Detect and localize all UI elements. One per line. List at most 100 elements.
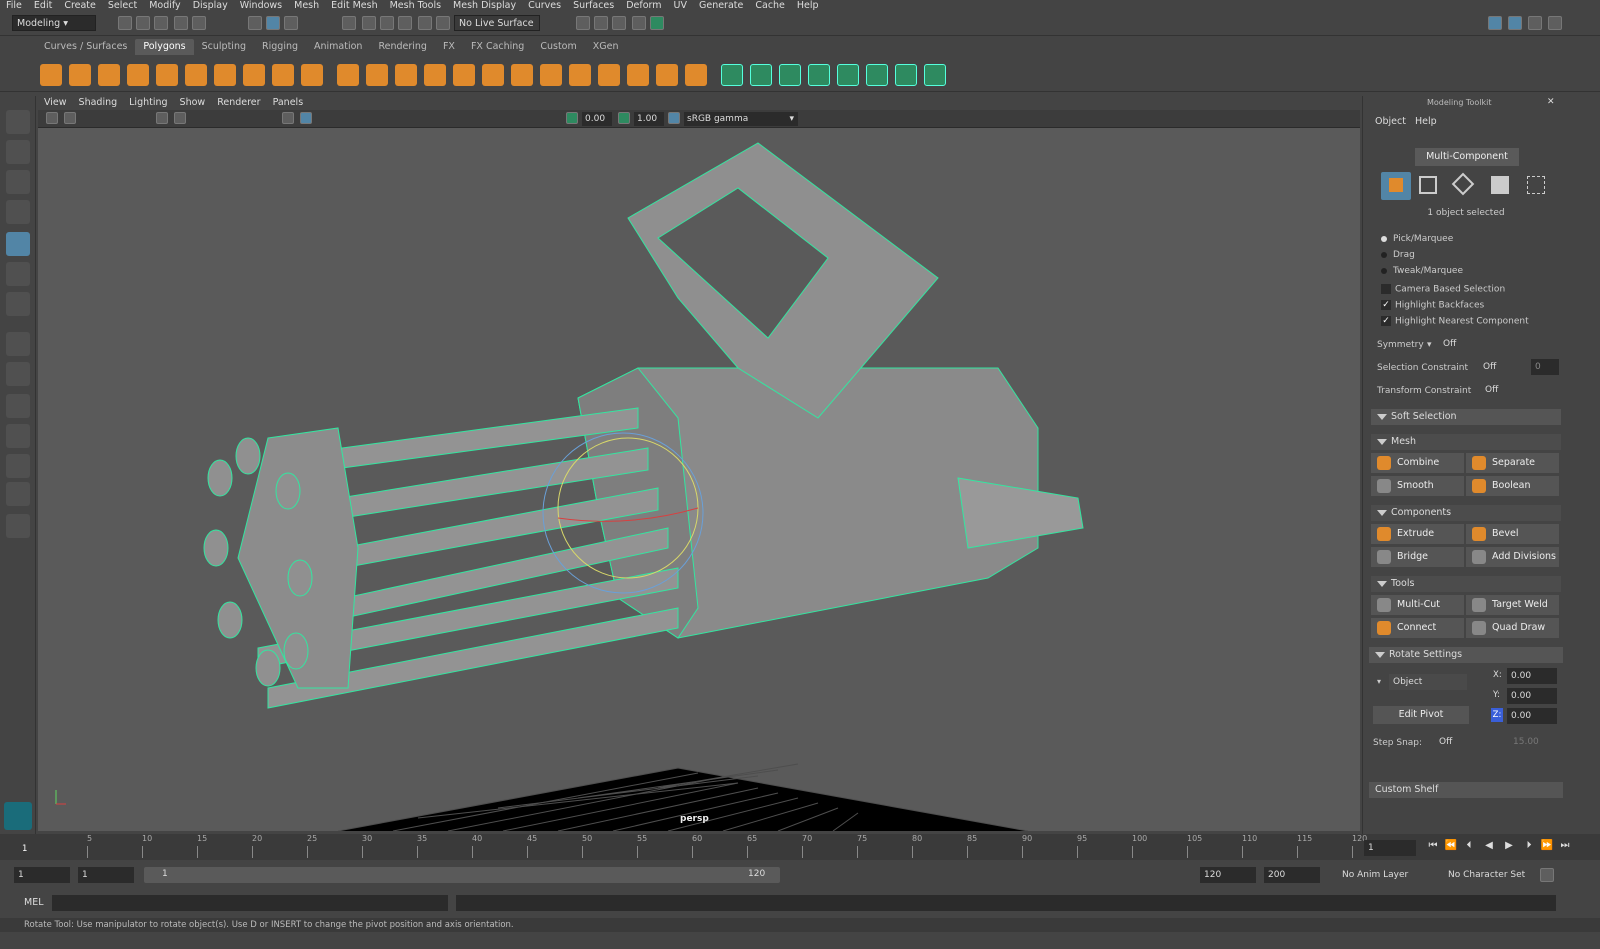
smooth-button[interactable]: Smooth <box>1371 476 1464 496</box>
poly-text-icon[interactable] <box>272 64 294 86</box>
camera-icon[interactable] <box>46 112 58 124</box>
cut-uv-icon[interactable] <box>808 64 830 86</box>
mesh-section-header[interactable]: Mesh <box>1371 434 1561 450</box>
custom-shelf-header[interactable]: Custom Shelf <box>1369 782 1563 798</box>
open-scene-icon[interactable] <box>136 16 150 30</box>
shelf-tab-xgen[interactable]: XGen <box>585 39 627 55</box>
shelf-tab-rendering[interactable]: Rendering <box>370 39 435 55</box>
shelf-tab-animation[interactable]: Animation <box>306 39 370 55</box>
snap-grid-icon[interactable] <box>342 16 356 30</box>
close-icon[interactable]: ✕ <box>1547 97 1555 107</box>
last-tool-icon[interactable] <box>6 292 30 316</box>
single-view-icon[interactable] <box>6 332 30 356</box>
ipr-render-icon[interactable] <box>612 16 626 30</box>
viewport-menu-panels[interactable]: Panels <box>267 96 310 110</box>
separate-icon[interactable] <box>366 64 388 86</box>
select-component-icon[interactable] <box>284 16 298 30</box>
extrude-icon[interactable] <box>453 64 475 86</box>
shelf-tab-custom[interactable]: Custom <box>532 39 584 55</box>
step-back-key-icon[interactable]: ⏪ <box>1444 840 1458 854</box>
add-divisions-button[interactable]: Add Divisions <box>1466 547 1559 567</box>
gamma-icon[interactable] <box>618 112 630 124</box>
multi-cut-icon[interactable] <box>569 64 591 86</box>
step-forward-frame-icon[interactable]: ⏵ <box>1522 840 1536 854</box>
connect-button[interactable]: Connect <box>1371 618 1464 638</box>
anim-start-field[interactable]: 1 <box>14 867 70 883</box>
menu-modify[interactable]: Modify <box>143 0 186 12</box>
paint-select-icon[interactable] <box>6 170 30 194</box>
z-field[interactable]: 0.00 <box>1507 708 1557 724</box>
side-by-side-icon[interactable] <box>6 394 30 418</box>
save-scene-icon[interactable] <box>154 16 168 30</box>
layout-icon-4[interactable] <box>1548 16 1562 30</box>
highlight-nearest-check[interactable]: ✓ Highlight Nearest Component <box>1381 316 1529 327</box>
new-scene-icon[interactable] <box>118 16 132 30</box>
exposure-field[interactable]: 0.00 <box>582 112 612 126</box>
anim-layer-dropdown[interactable]: No Anim Layer <box>1338 867 1434 883</box>
poly-cylinder-icon[interactable] <box>98 64 120 86</box>
multi-component-button[interactable]: Multi-Component <box>1415 148 1519 166</box>
menu-file[interactable]: File <box>0 0 28 12</box>
poly-cube-icon[interactable] <box>69 64 91 86</box>
viewport-menu-lighting[interactable]: Lighting <box>123 96 173 110</box>
viewport-menu-show[interactable]: Show <box>174 96 212 110</box>
exposure-icon[interactable] <box>566 112 578 124</box>
quad-draw-button[interactable]: Quad Draw <box>1466 618 1559 638</box>
range-bar[interactable]: 1 120 <box>144 867 780 883</box>
snap-curve-icon[interactable] <box>362 16 376 30</box>
select-uv-icon[interactable] <box>924 64 946 86</box>
poly-sphere-icon[interactable] <box>40 64 62 86</box>
viewport-menu-renderer[interactable]: Renderer <box>211 96 266 110</box>
viewport-menu-shading[interactable]: Shading <box>73 96 124 110</box>
snap-surface-icon[interactable] <box>418 16 432 30</box>
history-icon[interactable] <box>436 16 450 30</box>
scale-tool-icon[interactable] <box>6 262 30 286</box>
rotate-space-dropdown[interactable]: Object <box>1389 674 1467 690</box>
shelf-tab-curves-surfaces[interactable]: Curves / Surfaces <box>36 39 135 55</box>
layout-icon-3[interactable] <box>1528 16 1542 30</box>
outliner-toggle-icon[interactable] <box>6 514 30 538</box>
connect-icon[interactable] <box>627 64 649 86</box>
append-icon[interactable] <box>540 64 562 86</box>
mirror-icon[interactable] <box>685 64 707 86</box>
poly-svg-icon[interactable] <box>301 64 323 86</box>
combine-icon[interactable] <box>337 64 359 86</box>
auto-key-icon[interactable] <box>1540 868 1554 882</box>
select-object-icon[interactable] <box>266 16 280 30</box>
separate-button[interactable]: Separate <box>1466 453 1559 473</box>
live-surface-field[interactable]: No Live Surface <box>454 15 540 31</box>
unfold-icon[interactable] <box>866 64 888 86</box>
poly-pipe-icon[interactable] <box>243 64 265 86</box>
x-field[interactable]: 0.00 <box>1507 668 1557 684</box>
play-start-field[interactable]: 1 <box>78 867 134 883</box>
viewport-menu-view[interactable]: View <box>38 96 73 110</box>
poly-torus-icon[interactable] <box>185 64 207 86</box>
components-section-header[interactable]: Components <box>1371 505 1561 521</box>
target-weld-button[interactable]: Target Weld <box>1466 595 1559 615</box>
shelf-tab-fx[interactable]: FX <box>435 39 463 55</box>
smooth-icon[interactable] <box>395 64 417 86</box>
gamma-field[interactable]: 1.00 <box>634 112 664 126</box>
go-end-icon[interactable]: ⏭ <box>1558 840 1572 854</box>
edge-mode-icon[interactable] <box>1451 172 1475 196</box>
step-forward-key-icon[interactable]: ⏩ <box>1540 840 1554 854</box>
step-snap-num[interactable]: 15.00 <box>1509 734 1559 750</box>
viewport-panel[interactable]: View Shading Lighting Show Renderer Panels 0.… <box>38 96 1360 831</box>
soft-selection-header[interactable]: Soft Selection <box>1371 409 1561 425</box>
hypershade-layout-icon[interactable] <box>6 482 30 506</box>
selection-constraint-num[interactable]: 0 <box>1531 359 1559 375</box>
face-mode-icon[interactable] <box>1491 176 1509 194</box>
command-input[interactable] <box>52 895 448 911</box>
snap-point-icon[interactable] <box>380 16 394 30</box>
hypershade-icon[interactable] <box>650 16 664 30</box>
step-back-frame-icon[interactable]: ⏴ <box>1462 840 1476 854</box>
menu-edit[interactable]: Edit <box>28 0 58 12</box>
menu-mesh-display[interactable]: Mesh Display <box>447 0 522 12</box>
redo-icon[interactable] <box>192 16 206 30</box>
shaded-icon[interactable] <box>300 112 312 124</box>
menu-help[interactable]: Help <box>791 0 825 12</box>
bevel-icon[interactable] <box>482 64 504 86</box>
extrude-button[interactable]: Extrude <box>1371 524 1464 544</box>
bevel-button[interactable]: Bevel <box>1466 524 1559 544</box>
menu-edit-mesh[interactable]: Edit Mesh <box>325 0 383 12</box>
